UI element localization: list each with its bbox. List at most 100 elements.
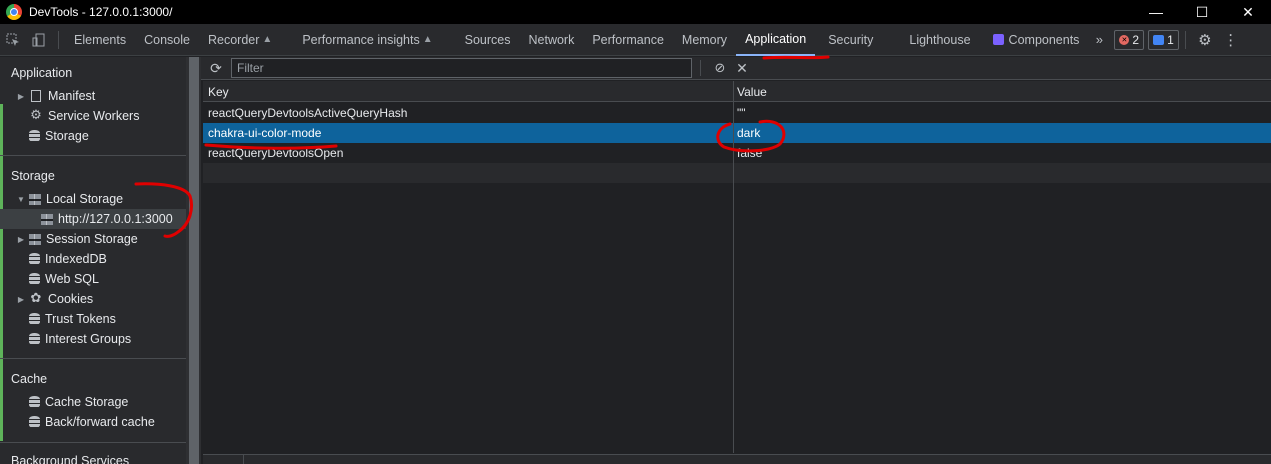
application-sidebar: Application ▶ Manifest ⚙ Service Workers… (0, 57, 186, 464)
device-toolbar-icon[interactable] (26, 24, 52, 56)
sidebar-item-label: IndexedDB (45, 252, 107, 266)
sidebar-item-label: http://127.0.0.1:3000 (58, 212, 173, 226)
tab-label: Elements (74, 32, 127, 47)
tab-application[interactable]: Application (736, 24, 816, 56)
value-cell[interactable]: dark (737, 126, 760, 140)
more-tabs-button[interactable]: » (1088, 32, 1110, 47)
tab-performance[interactable]: Performance (583, 24, 673, 56)
inspect-element-icon[interactable] (0, 24, 26, 56)
empty-table-row[interactable] (203, 163, 1271, 183)
database-icon (29, 253, 40, 265)
sidebar-scrollbar-thumb[interactable] (189, 57, 199, 464)
value-preview-pane (203, 454, 1271, 464)
filter-input[interactable] (231, 58, 692, 78)
table-row[interactable]: reactQueryDevtoolsActiveQueryHash "" (203, 103, 1271, 123)
sidebar-item-label: Cookies (48, 292, 94, 306)
tab-security[interactable]: Security (819, 24, 882, 56)
clear-all-icon[interactable]: ⊘ (709, 60, 731, 76)
maximize-button[interactable]: ☐ (1179, 0, 1225, 24)
key-cell[interactable]: reactQueryDevtoolsActiveQueryHash (208, 106, 407, 120)
sidebar-item-local-storage[interactable]: ▼ Local Storage (0, 189, 186, 209)
column-divider[interactable] (733, 81, 734, 453)
sidebar-item-indexeddb[interactable]: IndexedDB (0, 249, 186, 269)
chrome-logo-icon (6, 4, 22, 20)
tab-sources[interactable]: Sources (456, 24, 520, 56)
tab-performance-insights[interactable]: Performance insights ▲ (293, 24, 441, 56)
expand-arrow-icon[interactable]: ▶ (16, 235, 26, 244)
section-head-cache: Cache (11, 372, 48, 386)
expand-arrow-icon[interactable]: ▶ (16, 295, 26, 304)
minimize-button[interactable]: — (1133, 0, 1179, 24)
storage-table-icon (29, 193, 41, 205)
tab-label: Security (828, 32, 874, 47)
local-storage-table: Key Value reactQueryDevtoolsActiveQueryH… (203, 81, 1271, 453)
value-cell[interactable]: false (737, 146, 762, 160)
tab-label: Performance (592, 32, 664, 47)
sidebar-item-cache-storage[interactable]: Cache Storage (0, 392, 186, 412)
storage-table-icon (29, 233, 41, 245)
value-cell[interactable]: "" (737, 106, 746, 120)
close-button[interactable]: ✕ (1225, 0, 1271, 24)
table-row-selected[interactable]: chakra-ui-color-mode dark (203, 123, 1271, 143)
sidebar-item-label: Session Storage (46, 232, 138, 246)
tab-recorder[interactable]: Recorder ▲ (199, 24, 281, 56)
gear-icon: ⚙ (30, 107, 42, 122)
tab-label: Memory (681, 32, 728, 47)
tab-components[interactable]: Components (984, 24, 1089, 56)
sidebar-item-local-storage-origin[interactable]: http://127.0.0.1:3000 (0, 209, 186, 229)
sidebar-item-service-workers[interactable]: ⚙ Service Workers (0, 106, 186, 126)
collapse-arrow-icon[interactable]: ▼ (16, 195, 26, 204)
sidebar-item-interest-groups[interactable]: Interest Groups (0, 329, 186, 349)
sidebar-item-label: Interest Groups (45, 332, 132, 346)
sidebar-item-back-forward-cache[interactable]: Back/forward cache (0, 412, 186, 432)
sidebar-item-label: Storage (45, 129, 89, 143)
delete-selected-icon[interactable]: ✕ (731, 60, 753, 77)
sidebar-item-label: Cache Storage (45, 395, 129, 409)
toolbar-divider (58, 30, 59, 49)
messages-badge[interactable]: 1 (1148, 29, 1179, 50)
database-icon (29, 273, 40, 285)
errors-badge[interactable]: ✕ 2 (1114, 29, 1145, 50)
window-controls: — ☐ ✕ (1133, 0, 1271, 24)
sidebar-item-label: Local Storage (46, 192, 124, 206)
key-cell[interactable]: chakra-ui-color-mode (208, 126, 321, 140)
settings-gear-icon[interactable]: ⚙ (1192, 24, 1218, 56)
refresh-icon[interactable]: ⟳ (201, 60, 231, 77)
sidebar-item-manifest[interactable]: ▶ Manifest (0, 86, 186, 106)
storage-toolbar: ⟳ ⊘ ✕ (201, 57, 1271, 80)
more-options-icon[interactable]: ⋮ (1218, 24, 1244, 56)
message-count: 1 (1167, 32, 1174, 47)
sidebar-item-cookies[interactable]: ▶ ✿ Cookies (0, 289, 186, 309)
column-header-key[interactable]: Key (208, 85, 229, 99)
sidebar-item-label: Web SQL (45, 272, 99, 286)
sidebar-item-trust-tokens[interactable]: Trust Tokens (0, 309, 186, 329)
section-head-application: Application (11, 66, 73, 80)
tab-label: Network (528, 32, 575, 47)
sidebar-divider (0, 358, 186, 359)
key-cell[interactable]: reactQueryDevtoolsOpen (208, 146, 343, 160)
react-components-icon (992, 34, 1004, 45)
section-head-background-services: Background Services (11, 454, 130, 464)
sidebar-item-storage[interactable]: Storage (0, 126, 186, 146)
error-count: 2 (1132, 32, 1140, 47)
tab-console[interactable]: Console (135, 24, 199, 56)
sidebar-item-label: Trust Tokens (45, 312, 116, 326)
toolbar-divider (1184, 30, 1186, 49)
tab-elements[interactable]: Elements (65, 24, 135, 56)
cookie-icon: ✿ (30, 290, 42, 305)
sidebar-item-web-sql[interactable]: Web SQL (0, 269, 186, 289)
table-header: Key Value (203, 81, 1271, 102)
experimental-flask-icon: ▲ (262, 34, 273, 45)
expand-arrow-icon[interactable]: ▶ (16, 92, 26, 101)
tab-label: Console (144, 32, 190, 47)
sidebar-item-session-storage[interactable]: ▶ Session Storage (0, 229, 186, 249)
database-icon (29, 130, 40, 142)
table-row[interactable]: reactQueryDevtoolsOpen false (203, 143, 1271, 163)
tab-label: Recorder (207, 32, 260, 47)
tab-memory[interactable]: Memory (673, 24, 736, 56)
tab-network[interactable]: Network (520, 24, 584, 56)
tab-lighthouse[interactable]: Lighthouse (900, 24, 979, 56)
sidebar-item-label: Service Workers (48, 109, 140, 123)
sidebar-divider (0, 155, 186, 156)
column-header-value[interactable]: Value (737, 85, 767, 99)
